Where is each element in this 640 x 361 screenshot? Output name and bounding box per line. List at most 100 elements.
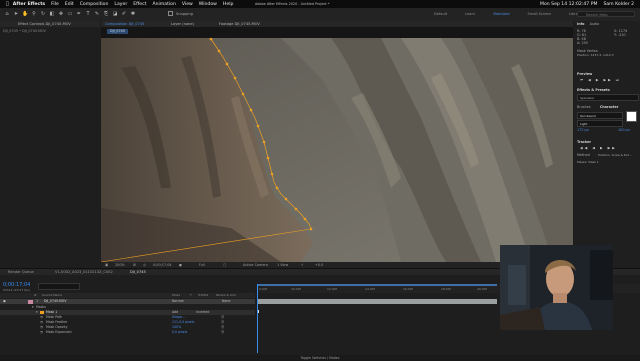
workspace-default[interactable]: Default xyxy=(425,12,456,16)
mask-expansion-label: Mask Expansion xyxy=(46,330,72,334)
menu-edit[interactable]: Edit xyxy=(65,2,74,7)
menu-composition[interactable]: Composition xyxy=(80,2,109,7)
menu-file[interactable]: File xyxy=(51,2,59,7)
pan-behind-tool-icon[interactable]: ✥ xyxy=(58,11,64,17)
window-title: Adobe After Effects 2020 - Untitled Proj… xyxy=(255,2,330,6)
effect-controls-tab-label: Effect Controls DJI_0745.MOV xyxy=(18,22,71,26)
tab-comp-dji[interactable]: DJI_0745 xyxy=(130,269,146,275)
puppet-tool-icon[interactable]: ✱ xyxy=(130,11,136,17)
menu-app-name[interactable]: After Effects xyxy=(13,2,45,7)
home-icon[interactable]: ⌂ xyxy=(4,11,10,17)
toggle-switches-modes[interactable]: Toggle Switches / Modes xyxy=(0,355,640,361)
tab-character[interactable]: Character xyxy=(600,105,619,109)
timeline-fps: 00514 (29.97 fps) xyxy=(3,288,30,292)
preview-controls[interactable]: ⏮ ◀ ▶ ▶▶ ⏭ xyxy=(580,78,621,82)
footage-frame[interactable] xyxy=(101,38,573,262)
stopwatch-icon[interactable]: ◔ xyxy=(40,330,43,335)
layer-row[interactable]: ◉ 1 DJI_0745.MOV Normal None xyxy=(0,299,255,304)
info-a: A: 255 xyxy=(577,41,588,45)
tab-audio[interactable]: Audio xyxy=(590,22,600,26)
user-name[interactable]: Sam Kolder 2 xyxy=(603,2,634,7)
track-controls[interactable]: ◀◀ ◀ ▶ ▶▶ xyxy=(580,146,617,150)
selection-tool-icon[interactable]: ➤ xyxy=(13,11,19,17)
tab-brushes[interactable]: Brushes xyxy=(577,105,591,109)
mask-prop-row[interactable]: ◔ Mask Expansion 0,0 pixels @ xyxy=(0,330,255,335)
preview-panel-title[interactable]: Preview xyxy=(577,72,592,76)
layer-color-label[interactable] xyxy=(28,299,33,304)
mask-expansion-value[interactable]: 0,0 pixels xyxy=(172,330,187,335)
layer-duration-bar[interactable] xyxy=(257,299,497,304)
effects-presets-title[interactable]: Effects & Presets xyxy=(577,88,610,92)
tab-comp-v1[interactable]: V1-0002_A023_0110213Z_C002 xyxy=(55,269,113,275)
ruler-label: 20:00f xyxy=(477,287,487,291)
roto-brush-tool-icon[interactable]: ✐ xyxy=(121,11,127,17)
rectangle-tool-icon[interactable]: ▭ xyxy=(67,11,73,17)
clone-tool-icon[interactable]: ⎘ xyxy=(103,11,109,17)
font-family-select[interactable]: Quicksand xyxy=(577,112,623,119)
ruler-label: 12:00f xyxy=(327,287,337,291)
font-size-value[interactable]: 172 px xyxy=(577,128,589,132)
eraser-tool-icon[interactable]: ◪ xyxy=(112,11,118,17)
hand-tool-icon[interactable]: ✋ xyxy=(22,11,28,17)
workspace-small-screen[interactable]: Small Screen xyxy=(519,12,560,16)
work-area-bar[interactable] xyxy=(257,284,497,286)
ruler-label: 16:00f xyxy=(403,287,413,291)
menu-help[interactable]: Help xyxy=(223,2,233,7)
track-method-label: Method xyxy=(577,153,590,157)
link-icon[interactable]: @ xyxy=(221,330,224,335)
effect-controls-panel: Effect Controls DJI_0745.MOV DJI_0745 • … xyxy=(0,21,100,268)
menu-view[interactable]: View xyxy=(182,2,193,7)
info-rgba: R: 76 G: 61 B: 48 A: 255 xyxy=(577,29,588,45)
menu-effect[interactable]: Effect xyxy=(133,2,146,7)
presenter-video xyxy=(500,245,613,330)
playhead-cti[interactable] xyxy=(257,284,258,353)
col-number: # xyxy=(34,293,37,297)
col-t: T xyxy=(190,293,192,297)
status-clock: Mon Sep 14 12:02:47 PM xyxy=(540,1,598,7)
composition-viewer: Composition DJI_0745 Layer (none) Footag… xyxy=(101,21,573,268)
fill-color-swatch[interactable] xyxy=(626,111,637,122)
mask-vertex-position: Position: 1437.3, 1212.3 xyxy=(577,53,614,57)
webcam-overlay xyxy=(500,245,613,330)
tab-composition[interactable]: Composition DJI_0745 xyxy=(105,21,144,27)
ruler-label: 18:00f xyxy=(441,287,451,291)
layer-mode-select[interactable]: Normal xyxy=(172,299,184,304)
rotate-tool-icon[interactable]: ↻ xyxy=(40,11,46,17)
track-method-select[interactable]: Position, Scale & Rot... xyxy=(598,153,632,157)
brush-tool-icon[interactable]: ✎ xyxy=(94,11,100,17)
effects-preset-value: Spacebar xyxy=(580,96,595,100)
menu-window[interactable]: Window xyxy=(199,2,217,7)
info-xy: X: 1174 Y: -210 xyxy=(614,29,627,37)
camera-tool-icon[interactable]: ◧ xyxy=(49,11,55,17)
col-trkmat: TrkMat xyxy=(198,293,208,297)
menu-layer[interactable]: Layer xyxy=(114,2,127,7)
workspace-standard[interactable]: Standard xyxy=(484,12,518,16)
tab-footage[interactable]: Footage DJI_0745.MOV xyxy=(219,21,260,27)
tracker-panel-title[interactable]: Tracker xyxy=(577,140,591,144)
layer-name[interactable]: DJI_0745.MOV xyxy=(44,299,66,304)
timeline-search-input[interactable] xyxy=(38,283,80,290)
menu-animation[interactable]: Animation xyxy=(152,2,175,7)
ruler-label: 0:00f xyxy=(259,287,267,291)
tab-info[interactable]: Info xyxy=(577,22,584,26)
effects-search-input[interactable]: Spacebar xyxy=(577,94,639,101)
mask-target-label: Masks: Mask 1 xyxy=(577,160,599,164)
zoom-tool-icon[interactable]: ⚲ xyxy=(31,11,37,17)
col-source-name[interactable]: Source Name xyxy=(42,293,62,297)
pen-tool-icon[interactable]: ✒ xyxy=(76,11,82,17)
snapping-checkbox[interactable] xyxy=(168,11,173,16)
tab-layer[interactable]: Layer (none) xyxy=(171,21,194,27)
leading-value[interactable]: 100 px xyxy=(618,128,630,132)
mask-color-swatch[interactable] xyxy=(40,311,44,314)
col-mode: Mode xyxy=(172,293,181,297)
apple-icon[interactable]:  xyxy=(6,2,9,7)
type-tool-icon[interactable]: T xyxy=(85,11,91,17)
layer-parent-select[interactable]: None xyxy=(222,299,230,304)
search-help-input[interactable]: Search Help xyxy=(577,11,635,17)
comp-flowchart-tab[interactable]: DJI_0745 xyxy=(107,29,128,34)
visibility-eye-icon[interactable]: ◉ xyxy=(3,299,6,304)
workspace-learn[interactable]: Learn xyxy=(456,12,484,16)
font-family-value: Quicksand xyxy=(580,114,596,118)
font-style-select[interactable]: Light xyxy=(577,120,623,127)
tab-render-queue[interactable]: Render Queue xyxy=(8,269,34,275)
